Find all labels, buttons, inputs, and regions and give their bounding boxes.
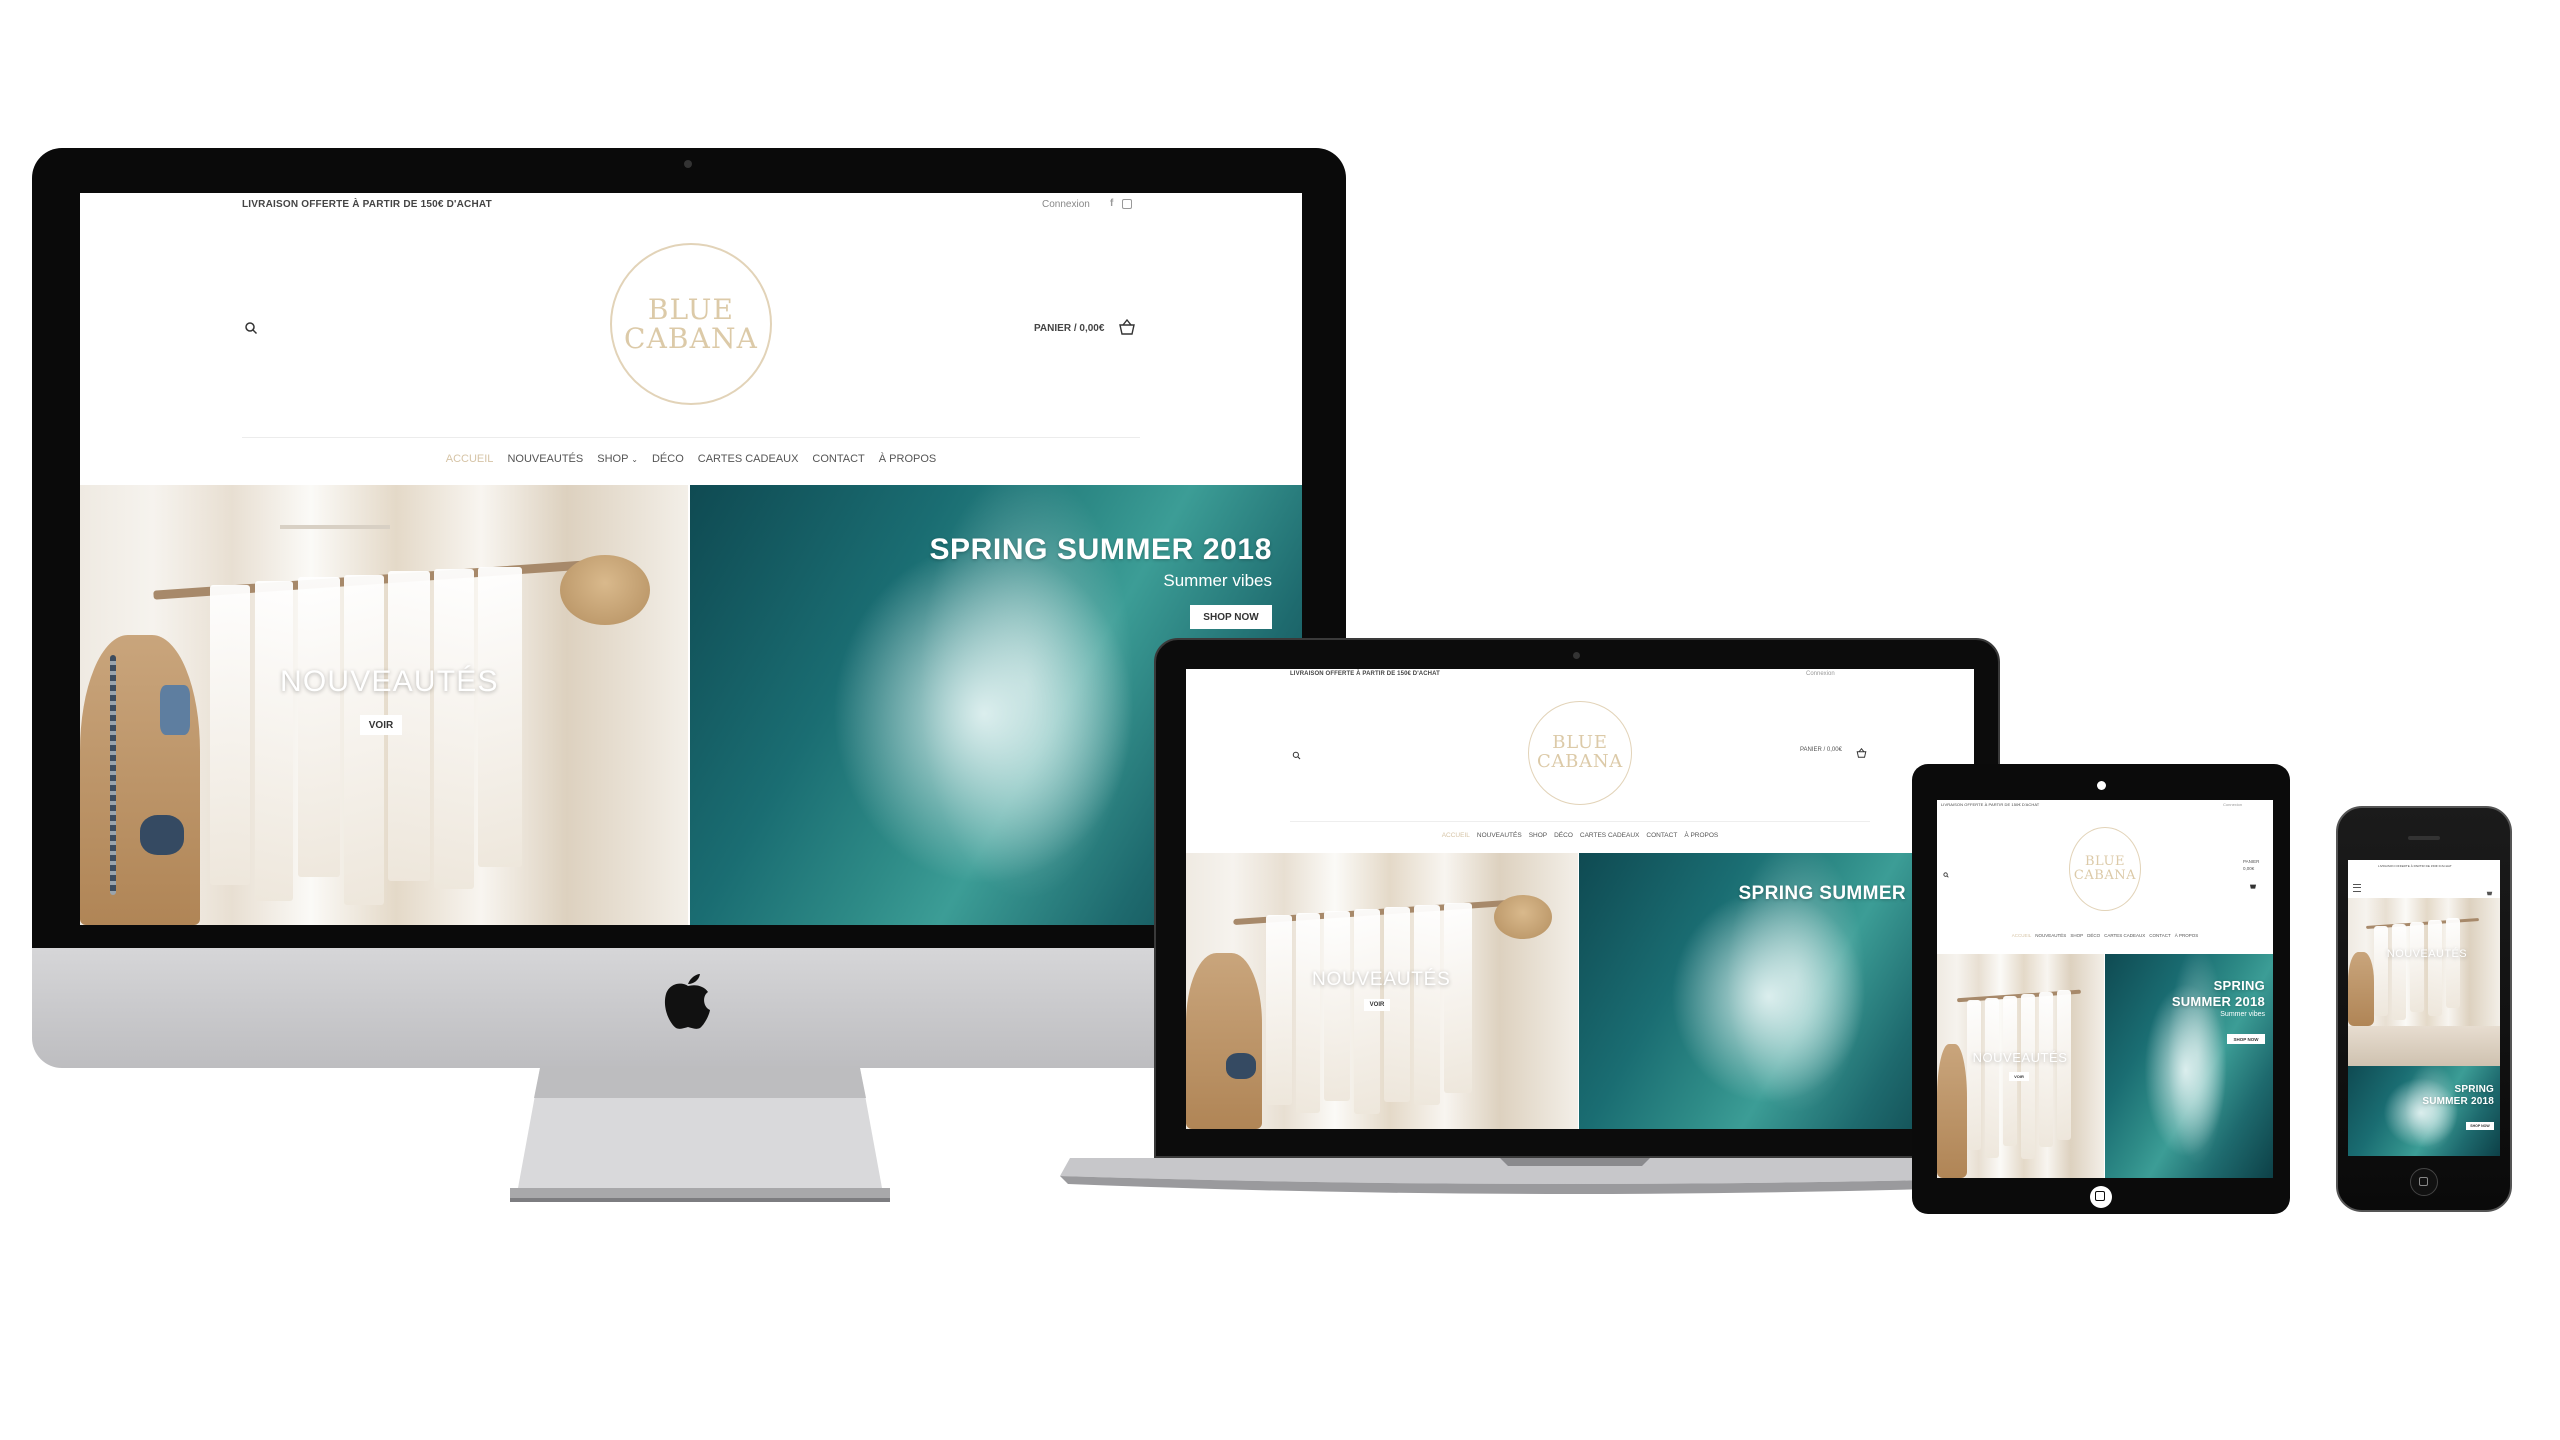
tablet-nav-gift[interactable]: CARTES CADEAUX [2104, 933, 2145, 938]
laptop-slide-left-title: NOUVEAUTÉS [1312, 969, 1451, 990]
tablet-cart-label: PANIER [2243, 859, 2260, 864]
imac-stand [500, 1068, 900, 1208]
phone-slide-right[interactable]: SPRING SUMMER 2018 SHOP NOW [2348, 1066, 2500, 1156]
nav-item-shop[interactable]: SHOP ⌄ [597, 453, 638, 465]
tablet-basket-icon[interactable] [2249, 876, 2257, 894]
nav-item-new[interactable]: NOUVEAUTÉS [507, 453, 583, 465]
laptop-nav-new[interactable]: NOUVEAUTÉS [1477, 832, 1522, 839]
phone-home-button[interactable] [2410, 1168, 2438, 1196]
slide-left-title: NOUVEAUTÉS [280, 665, 499, 698]
laptop-nav-home[interactable]: ACCUEIL [1442, 832, 1470, 839]
tablet-cart-value: 0,00€ [2243, 866, 2255, 872]
tablet-search-icon[interactable] [1943, 865, 1949, 883]
main-nav: ACCUEIL NOUVEAUTÉS SHOP ⌄ DÉCO CARTES CA… [80, 453, 1302, 465]
laptop-nav: ACCUEIL NOUVEAUTÉS SHOP DÉCO CARTES CADE… [1186, 832, 1974, 839]
cart-link[interactable]: PANIER / 0,00€ [1034, 323, 1104, 334]
laptop-nav-contact[interactable]: CONTACT [1646, 832, 1677, 839]
tablet-login[interactable]: Connexion [2223, 802, 2242, 807]
slide-right-title: SPRING SUMMER 2018 [929, 533, 1272, 566]
laptop-camera [1573, 652, 1580, 659]
logo-line1: BLUE [647, 292, 735, 326]
imac-camera [684, 160, 692, 168]
phone-slide-left-title: NOUVEAUTÉS [2386, 948, 2468, 960]
tablet-logo-line1: BLUE [2084, 854, 2125, 870]
laptop-cart[interactable]: PANIER / 0,00€ [1800, 747, 1842, 753]
laptop-nav-deco[interactable]: DÉCO [1554, 832, 1573, 839]
tablet-nav-deco[interactable]: DÉCO [2087, 933, 2100, 938]
phone-promo: LIVRAISON OFFERTE À PARTIR DE 150€ D'ACH… [2378, 864, 2452, 868]
tablet-slide-left[interactable]: NOUVEAUTÉS VOIR [1937, 954, 2104, 1178]
tablet-cart[interactable]: PANIER 0,00€ [2243, 858, 2259, 872]
chevron-down-icon: ⌄ [631, 455, 638, 464]
slide-left-button[interactable]: VOIR [360, 715, 402, 735]
header-divider [242, 437, 1140, 438]
laptop-logo[interactable]: BLUE CABANA [1528, 701, 1632, 805]
nav-item-shop-label: SHOP [597, 453, 629, 465]
logo-line2: CABANA [624, 322, 758, 355]
laptop-basket-icon[interactable] [1856, 745, 1867, 763]
laptop-logo-line2: CABANA [1536, 751, 1624, 772]
phone-speaker [2408, 836, 2440, 840]
tablet-nav-contact[interactable]: CONTACT [2149, 933, 2170, 938]
jewelry-bust [80, 635, 200, 925]
tablet-promo: LIVRAISON OFFERTE À PARTIR DE 150€ D'ACH… [1941, 802, 2040, 807]
facebook-icon[interactable]: f [1110, 198, 1113, 209]
laptop-login[interactable]: Connexion [1806, 671, 1835, 677]
slide-left-image[interactable]: NOUVEAUTÉS VOIR [80, 485, 688, 925]
nav-item-contact[interactable]: CONTACT [812, 453, 864, 465]
tablet-shop-now-button[interactable]: SHOP NOW [2227, 1034, 2265, 1044]
laptop-divider [1290, 821, 1870, 822]
login-link[interactable]: Connexion [1042, 199, 1090, 210]
tablet-home-button[interactable] [2090, 1186, 2112, 1208]
laptop-nav-gift[interactable]: CARTES CADEAUX [1580, 832, 1639, 839]
phone-slide-divider [2348, 1026, 2500, 1066]
tablet-slide-right-title-1: SPRING [2213, 978, 2265, 993]
phone-slide-right-title-2: SUMMER 2018 [2422, 1096, 2494, 1107]
tablet-logo[interactable]: BLUE CABANA [2069, 827, 2141, 911]
laptop-slide-left[interactable]: NOUVEAUTÉS VOIR [1186, 853, 1578, 1129]
tablet-nav-new[interactable]: NOUVEAUTÉS [2035, 933, 2066, 938]
laptop-nav-about[interactable]: À PROPOS [1684, 832, 1718, 839]
phone-screen: LIVRAISON OFFERTE À PARTIR DE 150€ D'ACH… [2348, 860, 2500, 1156]
tablet-camera [2097, 781, 2106, 790]
laptop-screen: LIVRAISON OFFERTE À PARTIR DE 150€ D'ACH… [1186, 669, 1974, 1129]
nav-item-home[interactable]: ACCUEIL [446, 453, 494, 465]
nav-item-gift[interactable]: CARTES CADEAUX [698, 453, 799, 465]
shop-now-button[interactable]: SHOP NOW [1190, 605, 1272, 629]
tablet-nav: ACCUEIL NOUVEAUTÉS SHOP DÉCO CARTES CADE… [1937, 933, 2273, 938]
laptop-nav-shop[interactable]: SHOP [1529, 832, 1547, 839]
tablet-screen: LIVRAISON OFFERTE À PARTIR DE 150€ D'ACH… [1937, 800, 2273, 1178]
phone-shop-now-button[interactable]: SHOP NOW [2466, 1122, 2494, 1130]
tablet-slide-right-title-2: SUMMER 2018 [2171, 994, 2265, 1009]
search-icon[interactable] [244, 321, 258, 340]
tablet-logo-line2: CABANA [2073, 868, 2137, 883]
tablet-nav-about[interactable]: À PROPOS [2175, 933, 2199, 938]
laptop-search-icon[interactable] [1292, 747, 1301, 765]
menu-icon[interactable] [2353, 884, 2361, 892]
promo-text: LIVRAISON OFFERTE À PARTIR DE 150€ D'ACH… [242, 199, 492, 210]
imac-screen: LIVRAISON OFFERTE À PARTIR DE 150€ D'ACH… [80, 193, 1302, 925]
site-logo[interactable]: BLUE CABANA [610, 243, 772, 405]
nav-item-deco[interactable]: DÉCO [652, 453, 684, 465]
laptop-slide-left-button[interactable]: VOIR [1364, 999, 1390, 1011]
nav-item-about[interactable]: À PROPOS [879, 453, 936, 465]
slide-right-subtitle: Summer vibes [1163, 571, 1272, 590]
phone-slide-right-title-1: SPRING [2454, 1084, 2494, 1095]
straw-hat [560, 555, 650, 625]
tablet-slide-left-button[interactable]: VOIR [2009, 1072, 2029, 1081]
basket-icon[interactable] [1118, 318, 1136, 340]
phone-slide-left[interactable]: NOUVEAUTÉS [2348, 898, 2500, 1026]
laptop-promo: LIVRAISON OFFERTE À PARTIR DE 150€ D'ACH… [1290, 671, 1440, 677]
tablet-nav-shop[interactable]: SHOP [2070, 933, 2083, 938]
instagram-icon[interactable] [1122, 199, 1132, 209]
laptop-slide-right-title: SPRING SUMMER [1738, 883, 1906, 904]
tablet-nav-home[interactable]: ACCUEIL [2012, 933, 2032, 938]
tablet-slide-right[interactable]: SPRING SUMMER 2018 Summer vibes SHOP NOW [2105, 954, 2273, 1178]
tablet-slide-left-title: NOUVEAUTÉS [1972, 1050, 2068, 1065]
tablet-slide-right-subtitle: Summer vibes [2220, 1011, 2265, 1018]
apple-logo-icon [662, 968, 714, 1030]
